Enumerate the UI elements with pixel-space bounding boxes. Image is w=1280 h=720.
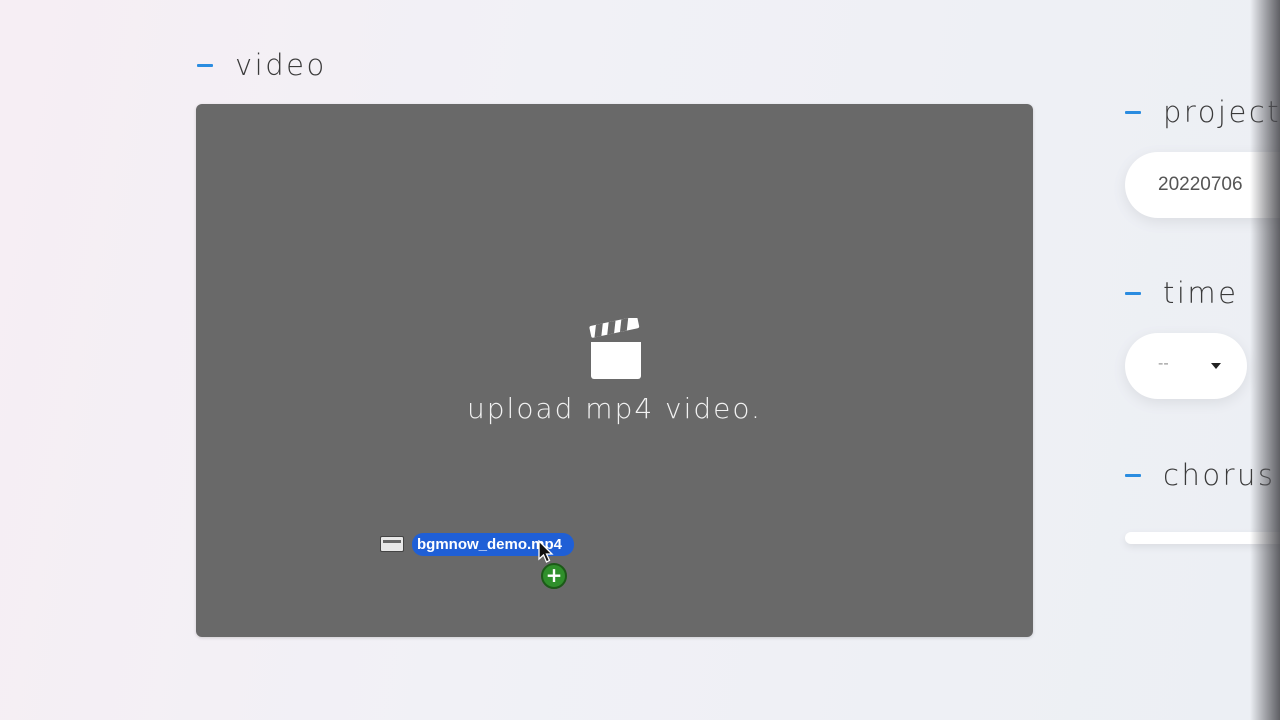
time-label-text: time — [1163, 276, 1239, 310]
section-dash-icon — [197, 63, 213, 67]
video-section-label: video — [197, 48, 327, 82]
upload-prompt-text: upload mp4 video. — [467, 392, 762, 425]
copy-plus-badge-icon: + — [541, 563, 567, 589]
project-name-input[interactable]: 20220706 — [1125, 152, 1280, 218]
section-dash-icon — [1125, 110, 1141, 114]
video-upload-dropzone[interactable]: upload mp4 video. — [196, 104, 1033, 637]
chorus-section-label: chorus — [1125, 458, 1275, 492]
project-section-label: project — [1125, 95, 1280, 129]
project-label-text: project — [1163, 95, 1280, 129]
chorus-label-text: chorus — [1163, 458, 1276, 492]
clapperboard-icon — [589, 318, 641, 379]
section-dash-icon — [1125, 291, 1141, 295]
time-select-value: -- — [1158, 355, 1169, 372]
video-label-text: video — [235, 48, 327, 82]
caret-down-icon — [1211, 363, 1221, 369]
time-select[interactable]: -- — [1125, 333, 1247, 399]
section-dash-icon — [1125, 473, 1141, 477]
file-icon — [380, 536, 404, 552]
time-section-label: time — [1125, 276, 1239, 310]
cursor-arrow-icon — [538, 540, 554, 563]
chorus-slider[interactable] — [1125, 532, 1280, 544]
